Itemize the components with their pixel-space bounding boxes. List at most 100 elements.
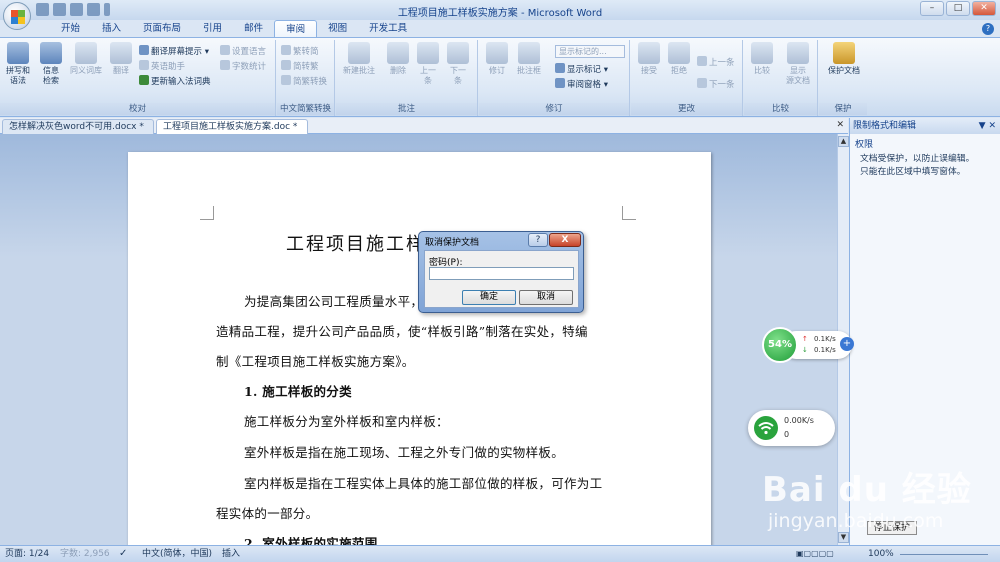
crop-mark-tr (622, 206, 636, 220)
review-pane-icon (555, 78, 565, 88)
translate-button[interactable]: 翻译 (105, 42, 137, 76)
compare-button[interactable]: 比较 (746, 42, 778, 76)
to-traditional-button[interactable]: 繁转简 (281, 45, 319, 58)
delete-comment-icon (387, 42, 409, 64)
wifi-count: 0 (784, 430, 790, 439)
dialog-body: 密码(P): 确定 取消 (424, 250, 579, 308)
thesaurus-label: 同义词库 (70, 66, 102, 75)
thesaurus-button[interactable]: 同义词库 (66, 42, 106, 76)
show-markup-button[interactable]: 显示标记 ▾ (555, 63, 608, 76)
pane-title: 限制格式和编辑 (853, 121, 917, 131)
tab-review[interactable]: 审阅 (274, 20, 318, 38)
translate-tip-button[interactable]: 翻译屏幕提示 ▾ (139, 45, 209, 58)
protect-document-button[interactable]: 保护文档 (823, 42, 865, 76)
group-label-proofing: 校对 (0, 103, 275, 115)
tab-insert[interactable]: 插入 (91, 20, 132, 38)
ribbon-review: 拼写和 语法 信息 检索 同义词库 翻译 翻译屏幕提示 ▾ 英语助手 更新输入法… (0, 37, 1000, 117)
doc-tab-1[interactable]: 怎样解决灰色word不可用.docx * (2, 119, 154, 134)
tab-references[interactable]: 引用 (192, 20, 233, 38)
group-chinese-conversion: 繁转简 简转繁 简繁转换 中文简繁转换 (277, 40, 335, 116)
new-comment-button[interactable]: 新建批注 (340, 42, 378, 76)
group-label-chinese: 中文简繁转换 (277, 103, 334, 115)
scroll-up-icon[interactable]: ▲ (838, 136, 849, 147)
help-icon[interactable]: ? (982, 23, 994, 35)
office-logo-green (18, 10, 25, 17)
reject-button[interactable]: 拒绝 (663, 42, 695, 76)
group-tracking: 修订 批注框 显示标记的... 显示标记 ▾ 审阅窗格 ▾ 修订 (479, 40, 630, 116)
tab-mailings[interactable]: 邮件 (233, 20, 274, 38)
ok-button[interactable]: 确定 (462, 290, 516, 305)
chinese-convert-icon (281, 75, 291, 85)
next-change-icon (697, 78, 707, 88)
view-buttons-icon[interactable]: ▣▢▢▢▢ (796, 546, 834, 562)
next-comment-button[interactable]: 下一 条 (442, 42, 474, 86)
close-doc-icon[interactable]: ✕ (836, 120, 844, 130)
prev-comment-button[interactable]: 上一 条 (412, 42, 444, 86)
group-label-changes: 更改 (631, 103, 742, 115)
spelling-icon (7, 42, 29, 64)
tab-home[interactable]: 开始 (50, 20, 91, 38)
reject-icon (668, 42, 690, 64)
maximize-button[interactable]: □ (946, 1, 970, 16)
zoom-level[interactable]: 100% (868, 546, 894, 562)
chinese-convert-button[interactable]: 简繁转换 (281, 75, 327, 88)
word-count-button[interactable]: 字数统计 (220, 60, 266, 73)
dialog-help-button[interactable]: ? (528, 233, 548, 247)
window-title: 工程项目施工样板实施方案 - Microsoft Word (397, 8, 603, 19)
update-ime-button[interactable]: 更新输入法词典 (139, 75, 211, 88)
show-markup-label: 显示标记 (567, 65, 602, 75)
previous-change-button[interactable]: 上一条 (697, 56, 735, 69)
tab-view[interactable]: 视图 (317, 20, 358, 38)
ribbon-tabs: 开始 插入 页面布局 引用 邮件 审阅 视图 开发工具 (50, 20, 418, 38)
plus-icon[interactable]: + (840, 337, 854, 351)
wifi-speed: 0.00K/s (784, 416, 814, 425)
language-indicator[interactable]: 中文(简体，中国) (142, 546, 212, 562)
doc-line-2: 造精品工程，提升公司产品品质，使“样板引路”制落在实处，特编 (216, 324, 588, 339)
doc-tab-2[interactable]: 工程项目施工样板实施方案.doc * (156, 119, 308, 134)
wifi-widget[interactable]: 0.00K/s 0 (748, 410, 835, 446)
doc-heading-1: 1. 施工样板的分类 (244, 384, 352, 399)
next-change-button[interactable]: 下一条 (697, 78, 735, 91)
balloons-button[interactable]: 批注框 (511, 42, 547, 76)
to-simplified-button[interactable]: 简转繁 (281, 60, 319, 73)
network-speed-widget[interactable]: 0.1K/s 0.1K/s ↑ ↓ + 54% (762, 327, 854, 367)
close-button[interactable]: ✕ (972, 1, 996, 16)
dialog-close-button[interactable]: X (549, 233, 581, 247)
delete-comment-button[interactable]: 删除 (382, 42, 414, 76)
pane-close-icon[interactable]: ▼ ✕ (979, 118, 996, 134)
cancel-button[interactable]: 取消 (519, 290, 573, 305)
research-button[interactable]: 信息 检索 (35, 42, 67, 86)
review-pane-label: 审阅窗格 (567, 80, 602, 90)
translate-tip-icon (139, 45, 149, 55)
english-assistant-button[interactable]: 英语助手 (139, 60, 185, 73)
minimize-button[interactable]: – (920, 1, 944, 16)
research-icon (40, 42, 62, 64)
review-pane-button[interactable]: 审阅窗格 ▾ (555, 78, 608, 91)
proofing-status-icon[interactable]: ✓ (119, 546, 127, 562)
zoom-slider[interactable] (900, 554, 988, 555)
password-input[interactable] (429, 267, 574, 280)
previous-change-icon (697, 56, 707, 66)
group-comments: 新建批注 删除 上一 条 下一 条 批注 (336, 40, 478, 116)
insert-mode-indicator[interactable]: 插入 (222, 546, 240, 562)
tab-developer[interactable]: 开发工具 (358, 20, 418, 38)
display-for-review-dropdown[interactable]: 显示标记的... (555, 45, 625, 58)
office-button[interactable] (3, 2, 31, 30)
track-changes-button[interactable]: 修订 (481, 42, 513, 76)
wifi-icon (754, 416, 778, 440)
show-source-button[interactable]: 显示 源文档 (780, 42, 816, 86)
spelling-button[interactable]: 拼写和 语法 (2, 42, 34, 86)
tab-page-layout[interactable]: 页面布局 (132, 20, 192, 38)
page-indicator[interactable]: 页面: 1/24 (5, 546, 49, 562)
next-comment-label: 下一 条 (450, 66, 466, 85)
compare-label: 比较 (754, 66, 770, 75)
set-language-button[interactable]: 设置语言 (220, 45, 266, 58)
balloons-icon (518, 42, 540, 64)
baidu-jingyan-watermark: Bai du 经验 jingyan.baidu.com (752, 452, 982, 542)
accept-button[interactable]: 接受 (633, 42, 665, 76)
word-count-indicator[interactable]: 字数: 2,956 (60, 546, 110, 562)
document-page[interactable]: 工程项目施工样板实施方案 为提高集团公司工程质量水平，提高工程品质，努力打 造精… (128, 152, 711, 552)
pane-header: 限制格式和编辑 ▼ ✕ (850, 118, 1000, 134)
new-comment-icon (348, 42, 370, 64)
accept-icon (638, 42, 660, 64)
